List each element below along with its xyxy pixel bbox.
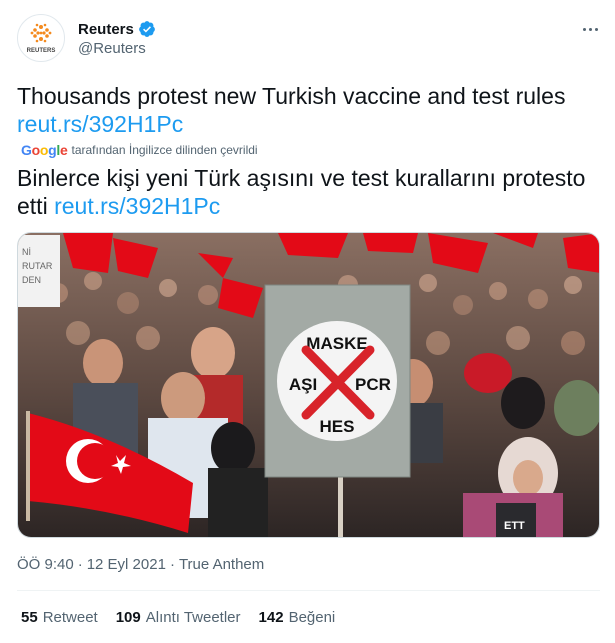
quotes-stat[interactable]: 109 Alıntı Tweetler	[116, 609, 241, 626]
author-handle[interactable]: @Reuters	[78, 40, 146, 57]
tweet-time[interactable]: ÖÖ 9:40	[17, 556, 74, 573]
quotes-label: Alıntı Tweetler	[145, 609, 241, 626]
tweet-link[interactable]: reut.rs/392H1Pc	[17, 111, 183, 137]
sign-right: PCR	[355, 375, 391, 394]
retweets-stat[interactable]: 55 Retweet	[21, 609, 98, 626]
sign-top: MASKE	[306, 334, 367, 353]
tweet-meta: ÖÖ 9:40 · 12 Eyl 2021 · True Anthem	[17, 556, 264, 573]
meta-separator-2: ·	[169, 556, 175, 573]
more-options-icon[interactable]	[578, 21, 602, 37]
tweet-body: Thousands protest new Turkish vaccine an…	[17, 83, 566, 109]
sign-left: AŞI	[289, 375, 317, 394]
tweet-text: Thousands protest new Turkish vaccine an…	[17, 82, 602, 138]
protest-sign: MASKE AŞI PCR HES	[264, 284, 411, 478]
reuters-logo-icon[interactable]: REUTERS	[17, 14, 65, 62]
retweets-label: Retweet	[42, 609, 98, 626]
translated-text: Binlerce kişi yeni Türk aşısını ve test …	[17, 164, 607, 220]
translation-note: tarafından İngilizce dilinden çevrildi	[71, 143, 258, 157]
sign-bottom: HES	[320, 417, 355, 436]
divider	[17, 590, 600, 591]
likes-stat[interactable]: 142 Beğeni	[259, 609, 336, 626]
retweets-count: 55	[21, 609, 38, 626]
translated-link[interactable]: reut.rs/392H1Pc	[54, 193, 220, 219]
svg-text:ETT: ETT	[504, 520, 525, 532]
tweet-photo[interactable]: Nİ RUTAR DEN ETT MASKE AŞI PCR HES	[17, 232, 600, 538]
translation-attribution[interactable]: Google tarafından İngilizce dilinden çev…	[21, 141, 258, 159]
verified-badge-icon	[138, 20, 156, 38]
likes-count: 142	[258, 609, 284, 626]
tweet-stats: 55 Retweet 109 Alıntı Tweetler 142 Beğen…	[21, 609, 335, 626]
svg-text:DEN: DEN	[22, 275, 41, 285]
tweet-source[interactable]: True Anthem	[179, 556, 264, 573]
author-name-row: Reuters	[78, 19, 156, 39]
tweet-card: REUTERS Reuters @Reuters Thousands prote…	[0, 0, 615, 643]
tweet-date[interactable]: 12 Eyl 2021	[87, 556, 166, 573]
likes-label: Beğeni	[288, 609, 336, 626]
svg-text:RUTAR: RUTAR	[22, 261, 53, 271]
svg-text:Nİ: Nİ	[22, 247, 31, 257]
logo-wordmark: REUTERS	[27, 48, 56, 54]
quotes-count: 109	[115, 609, 141, 626]
meta-separator: ·	[77, 556, 83, 573]
google-logo-icon: Google	[21, 142, 68, 158]
author-name[interactable]: Reuters	[78, 21, 134, 38]
